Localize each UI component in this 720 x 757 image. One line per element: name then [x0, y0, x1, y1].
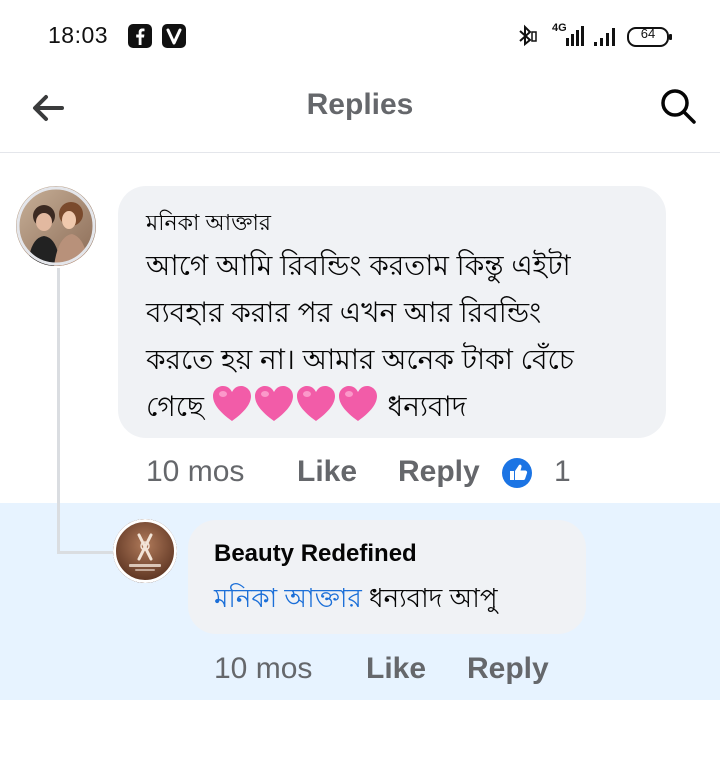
- network-type: 4G: [552, 22, 567, 34]
- battery-level: 64: [640, 26, 656, 41]
- comment-author[interactable]: মনিকা আক্তার: [146, 206, 271, 243]
- pink-heart-icon: [338, 385, 378, 437]
- viber-icon: [162, 24, 186, 48]
- replier-avatar[interactable]: [113, 519, 177, 583]
- reply-text: ধন্যবাদ আপু: [369, 583, 498, 613]
- status-time: 18:03: [48, 22, 109, 48]
- comment-actions: 10 mos Like Reply 1: [146, 455, 606, 495]
- reply-body: মনিকা আক্তার ধন্যবাদ আপু: [214, 578, 498, 622]
- reply-button[interactable]: Reply: [467, 652, 549, 686]
- commenter-avatar[interactable]: [16, 186, 96, 266]
- comment-time[interactable]: 10 mos: [146, 455, 244, 489]
- comment-line: আগে আমি রিবন্ডিং করতাম কিন্তু এইটা: [146, 250, 571, 281]
- reply-button[interactable]: Reply: [398, 455, 480, 489]
- bluetooth-icon: [519, 24, 537, 47]
- status-right: 4G 64: [516, 22, 676, 48]
- header-divider: [0, 152, 720, 153]
- facebook-icon: [128, 24, 152, 48]
- signal-icon: [594, 28, 615, 46]
- search-button[interactable]: [654, 82, 702, 130]
- reply-time[interactable]: 10 mos: [214, 652, 312, 686]
- status-bar: 18:03 4G 64: [0, 0, 720, 70]
- mention-link[interactable]: মনিকা আক্তার: [214, 583, 362, 613]
- comment-line: করতে হয় না। আমার অনেক টাকা বেঁচে: [146, 344, 574, 375]
- comment-body: আগে আমি রিবন্ডিং করতাম কিন্তু এইটা ব্যবহ…: [146, 242, 656, 437]
- thread-connector: [57, 551, 119, 554]
- comment-bubble[interactable]: মনিকা আক্তার আগে আমি রিবন্ডিং করতাম কিন্…: [118, 186, 666, 438]
- comment-trailing-text: ধন্যবাদ: [387, 391, 467, 422]
- pink-heart-icon: [296, 385, 336, 437]
- reply-bubble[interactable]: Beauty Redefined মনিকা আক্তার ধন্যবাদ আপ…: [188, 520, 586, 634]
- pink-heart-icon: [212, 385, 252, 437]
- comment-line-last: গেছে ধন্যবাদ: [146, 383, 656, 437]
- like-button[interactable]: Like: [366, 652, 426, 686]
- page-title: Replies: [306, 88, 414, 121]
- comment-line: গেছে: [146, 391, 204, 422]
- pink-heart-icon: [254, 385, 294, 437]
- like-button[interactable]: Like: [297, 455, 357, 489]
- reply-author[interactable]: Beauty Redefined: [214, 540, 417, 568]
- header: Replies: [0, 70, 720, 152]
- comment-line: ব্যবহার করার পর এখন আর রিবন্ডিং: [146, 297, 542, 328]
- signal-4g-icon: [566, 26, 584, 46]
- like-count[interactable]: 1: [554, 455, 571, 489]
- search-icon: [661, 89, 696, 124]
- thread-line: [57, 268, 60, 554]
- reply-actions: 10 mos Like Reply: [214, 652, 614, 692]
- like-reaction-icon[interactable]: [502, 458, 532, 488]
